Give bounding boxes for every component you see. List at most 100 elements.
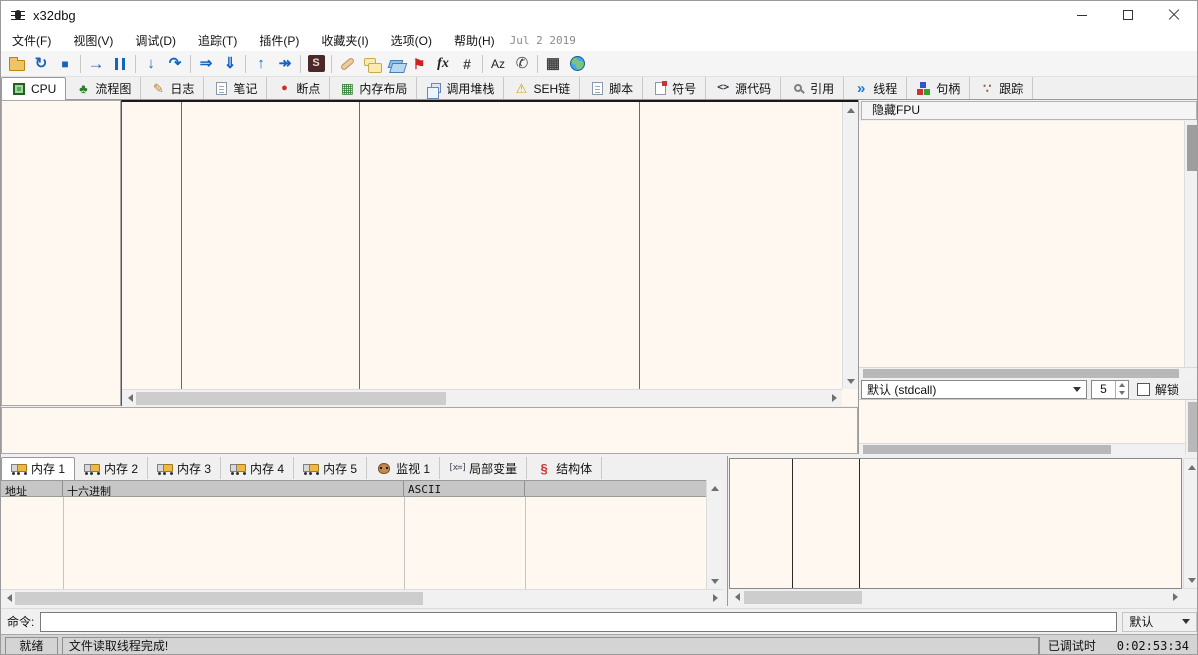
tab-dump-5[interactable]: 内存 5 (294, 457, 367, 479)
scroll-right-button[interactable] (1167, 589, 1183, 605)
tab-notes[interactable]: 笔记 (204, 77, 267, 99)
tab-call-stack[interactable]: 调用堆栈 (417, 77, 504, 99)
tab-struct[interactable]: §结构体 (527, 457, 602, 479)
menu-file[interactable]: 文件(F) (1, 29, 62, 52)
tab-watch-1[interactable]: 监视 1 (367, 457, 440, 479)
open-file-button[interactable] (5, 53, 29, 75)
scroll-left-button[interactable] (729, 589, 745, 605)
hide-fpu-button[interactable]: 隐藏FPU (861, 101, 1197, 120)
dump-body[interactable] (1, 497, 706, 589)
scroll-down-button[interactable] (707, 573, 723, 589)
command-input[interactable] (40, 612, 1117, 632)
analysis-button[interactable]: # (455, 53, 479, 75)
tab-script[interactable]: 脚本 (580, 77, 643, 99)
tab-handles[interactable]: 句柄 (907, 77, 970, 99)
spinner-down-button[interactable] (1116, 389, 1128, 398)
tab-source[interactable]: <>源代码 (706, 77, 781, 99)
trace-over-button[interactable]: ⇓ (218, 53, 242, 75)
registers-h-scrollbar[interactable] (859, 368, 1198, 379)
attach-button[interactable]: ✆ (510, 53, 534, 75)
tab-breakpoints[interactable]: ●断点 (267, 77, 330, 99)
tab-log[interactable]: ✎日志 (141, 77, 204, 99)
tab-symbols[interactable]: 符号 (643, 77, 706, 99)
menu-options[interactable]: 选项(O) (380, 29, 443, 52)
strings-button[interactable]: Az (486, 53, 510, 75)
tab-graph[interactable]: ♣流程图 (66, 77, 141, 99)
step-into-button[interactable]: ↓ (139, 53, 163, 75)
scroll-thumb[interactable] (15, 592, 423, 605)
scroll-up-button[interactable] (707, 480, 723, 496)
tab-dump-1[interactable]: 内存 1 (1, 457, 75, 480)
symbols-page-icon (655, 82, 666, 95)
menu-debug[interactable]: 调试(D) (124, 29, 187, 52)
arguments-h-scrollbar[interactable] (859, 443, 1185, 454)
tab-memory-map[interactable]: ▦内存布局 (330, 77, 417, 99)
bookmarks-button[interactable]: ⚑ (407, 53, 431, 75)
calculator-button[interactable]: ▦ (541, 53, 565, 75)
pause-button[interactable] (108, 53, 132, 75)
disassembly-sidebar[interactable] (1, 100, 121, 406)
registers-v-scrollbar[interactable] (1184, 121, 1198, 367)
comments-button[interactable] (359, 53, 383, 75)
run-to-user-code-button[interactable]: ↠ (273, 53, 297, 75)
arguments-v-scrollbar[interactable] (1185, 400, 1198, 454)
close-debuggee-button[interactable]: ■ (53, 53, 77, 75)
menu-plugins[interactable]: 插件(P) (248, 29, 310, 52)
scylla-button[interactable]: S (304, 53, 328, 75)
preferences-button[interactable] (565, 53, 589, 75)
patches-button[interactable] (335, 53, 359, 75)
tab-references[interactable]: 引用 (781, 77, 844, 99)
tab-trace[interactable]: ∵跟踪 (970, 77, 1033, 99)
scroll-down-button[interactable] (843, 373, 859, 389)
scroll-thumb[interactable] (744, 591, 862, 604)
scroll-right-button[interactable] (826, 390, 842, 406)
disassembly-v-scrollbar[interactable] (842, 102, 858, 389)
tab-seh[interactable]: ⚠SEH链 (504, 77, 580, 99)
run-button[interactable]: → (84, 53, 108, 75)
execute-till-return-button[interactable]: ↑ (249, 53, 273, 75)
functions-button[interactable]: fx (431, 53, 455, 75)
tab-threads[interactable]: »线程 (844, 77, 907, 99)
minimize-button[interactable] (1059, 1, 1105, 29)
scroll-up-button[interactable] (1184, 459, 1198, 475)
scroll-down-button[interactable] (1184, 572, 1198, 588)
argument-count-spinner[interactable]: 5 (1091, 380, 1129, 399)
tab-dump-4[interactable]: 内存 4 (221, 457, 294, 479)
scroll-thumb[interactable] (863, 445, 1111, 454)
arguments-view[interactable] (859, 399, 1198, 454)
scroll-up-button[interactable] (843, 102, 859, 118)
stack-v-scrollbar[interactable] (1183, 458, 1198, 589)
stack-view[interactable] (729, 458, 1182, 589)
info-box[interactable] (1, 407, 858, 454)
restart-button[interactable]: ↻ (29, 53, 53, 75)
dump-v-scrollbar[interactable] (706, 480, 723, 589)
menu-trace[interactable]: 追踪(T) (187, 29, 248, 52)
step-over-button[interactable]: ↷ (163, 53, 187, 75)
command-profile-select[interactable]: 默认 (1122, 612, 1197, 632)
trace-into-button[interactable]: ⇒ (194, 53, 218, 75)
maximize-button[interactable] (1105, 1, 1151, 29)
tab-dump-3[interactable]: 内存 3 (148, 457, 221, 479)
labels-button[interactable] (383, 53, 407, 75)
scroll-thumb[interactable] (1188, 402, 1198, 452)
tab-cpu[interactable]: CPU (1, 77, 66, 100)
tab-dump-2[interactable]: 内存 2 (75, 457, 148, 479)
registers-view[interactable] (859, 121, 1198, 368)
unlock-checkbox[interactable] (1137, 383, 1150, 396)
close-button[interactable] (1151, 1, 1197, 29)
disassembly-view[interactable] (121, 100, 858, 406)
disassembly-h-scrollbar[interactable] (122, 389, 842, 406)
tab-locals[interactable]: [x=]局部变量 (440, 457, 527, 479)
scroll-thumb[interactable] (136, 392, 446, 405)
stack-h-scrollbar[interactable] (729, 589, 1198, 606)
calling-convention-select[interactable]: 默认 (stdcall) (861, 380, 1087, 399)
menu-favourites[interactable]: 收藏夹(I) (310, 29, 379, 52)
scroll-thumb[interactable] (1187, 125, 1198, 171)
menu-view[interactable]: 视图(V) (62, 29, 124, 52)
scroll-thumb[interactable] (863, 369, 1179, 378)
menu-help[interactable]: 帮助(H) (443, 29, 506, 52)
scroll-right-button[interactable] (707, 590, 723, 606)
spinner-up-button[interactable] (1116, 381, 1128, 390)
close-icon (1168, 9, 1180, 21)
dump-h-scrollbar[interactable] (1, 589, 723, 606)
